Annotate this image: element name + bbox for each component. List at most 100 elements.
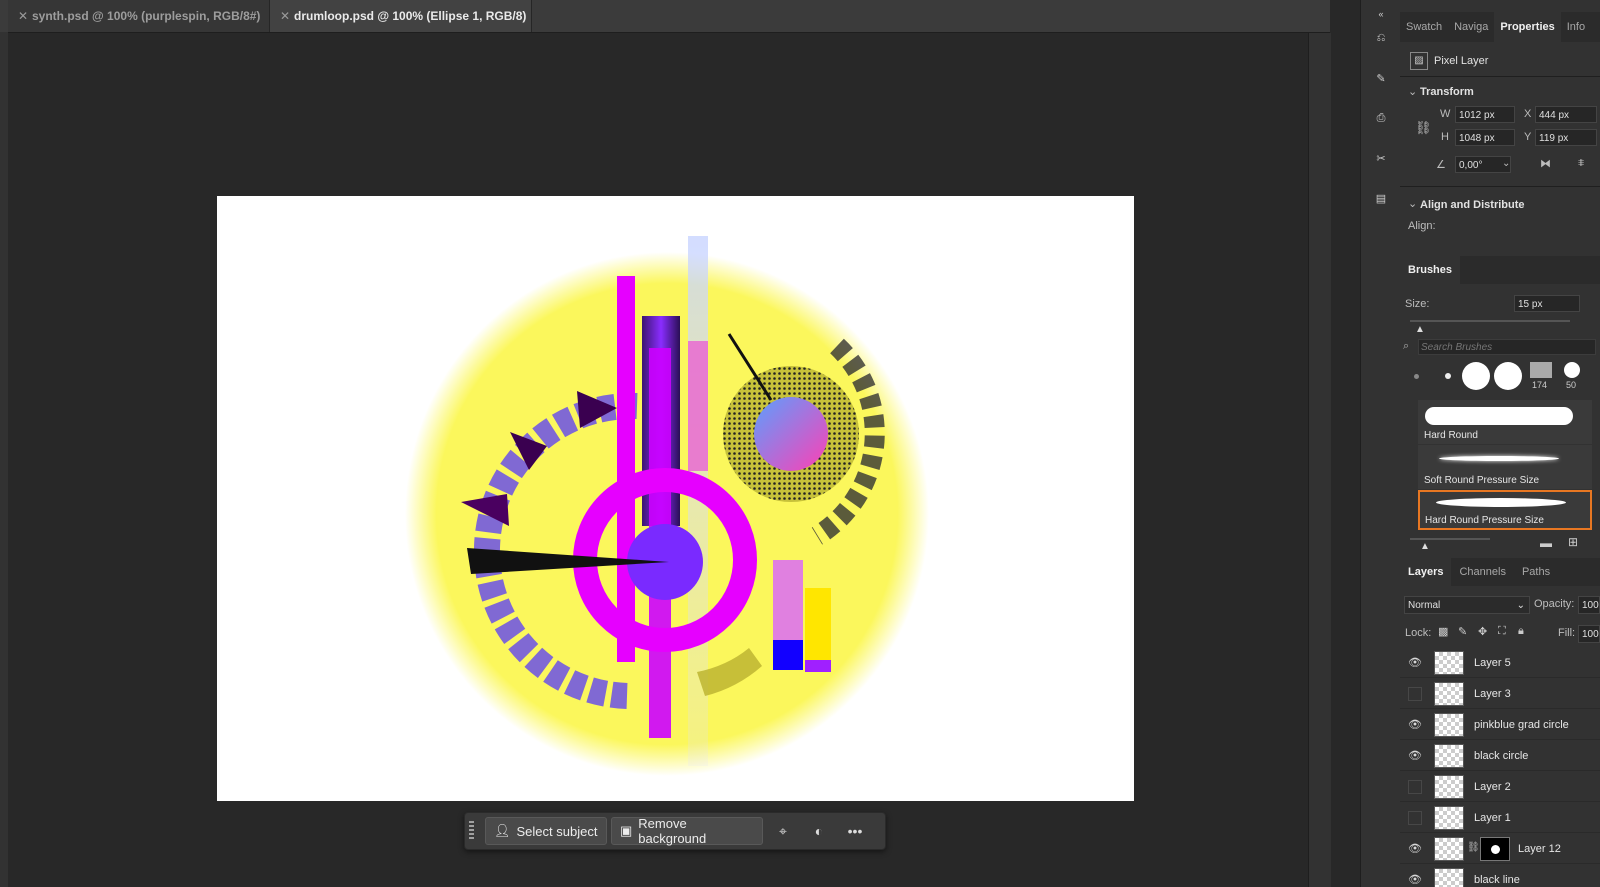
link-icon[interactable]: ⛓︎ xyxy=(1415,120,1432,136)
layer-row[interactable]: 👁︎ Layer 5 xyxy=(1400,648,1600,678)
tab-swatches[interactable]: Swatch xyxy=(1400,12,1448,42)
visibility-toggle[interactable] xyxy=(1408,780,1422,794)
brush-preset-count: 50 xyxy=(1566,380,1577,390)
lock-artboard-icon[interactable]: ⛶ xyxy=(1498,625,1506,638)
folder-icon[interactable]: ▬ xyxy=(1540,536,1552,550)
yellow-rect xyxy=(805,588,831,660)
document-tab-synth[interactable]: ✕ synth.psd @ 100% (purplespin, RGB/8#) xyxy=(8,0,270,32)
height-field[interactable]: 1048 px xyxy=(1455,129,1515,146)
tab-channels[interactable]: Channels xyxy=(1451,558,1513,586)
pinkblue-grad-circle xyxy=(754,397,828,471)
blend-mode-select[interactable]: Normal ⌄ xyxy=(1404,596,1530,614)
tab-info[interactable]: Info xyxy=(1561,12,1591,42)
document-canvas[interactable] xyxy=(217,196,1134,801)
brush-item-hard-round[interactable]: Hard Round xyxy=(1418,400,1592,444)
transform-icon[interactable]: ⌖ xyxy=(771,819,795,843)
brush-preset-round[interactable] xyxy=(1564,362,1580,378)
tab-brushes[interactable]: Brushes xyxy=(1400,256,1461,284)
visibility-eye-icon[interactable]: 👁︎ xyxy=(1408,718,1422,732)
slider-handle-icon[interactable]: ▲ xyxy=(1415,324,1425,335)
close-tab-icon[interactable]: ✕ xyxy=(14,9,32,23)
adjustment-icon[interactable]: ◐ xyxy=(807,819,831,843)
brush-preview-slider[interactable] xyxy=(1410,538,1490,540)
vertical-scrollbar[interactable] xyxy=(1308,33,1331,887)
layer-thumbnail[interactable] xyxy=(1434,651,1464,675)
layers-tab-bar: Layers Channels Paths xyxy=(1400,558,1600,586)
layer-row[interactable]: 👁︎ black circle xyxy=(1400,741,1600,771)
flip-horizontal-icon[interactable]: ⧓ xyxy=(1540,157,1551,170)
layer-name: Layer 5 xyxy=(1474,657,1511,669)
tab-properties[interactable]: Properties xyxy=(1494,12,1561,42)
brush-preset-soft-large[interactable] xyxy=(1494,362,1522,390)
drag-handle-icon[interactable] xyxy=(469,821,474,841)
layer-thumbnail[interactable] xyxy=(1434,837,1464,861)
search-icon: ⌕ xyxy=(1403,340,1410,352)
brush-item-soft-round-pressure[interactable]: Soft Round Pressure Size xyxy=(1418,445,1592,489)
clone-source-icon[interactable]: ⎙ xyxy=(1369,106,1393,130)
layer-name: Layer 3 xyxy=(1474,688,1511,700)
remove-background-button[interactable]: ▣ Remove background xyxy=(611,816,763,846)
chevron-down-icon[interactable]: ⌄ xyxy=(1408,197,1417,210)
libraries-icon[interactable]: ▤ xyxy=(1369,186,1393,210)
select-subject-button[interactable]: 👤︎ Select subject xyxy=(485,817,607,845)
document-tab-drumloop[interactable]: ✕ drumloop.psd @ 100% (Ellipse 1, RGB/8) xyxy=(270,0,532,32)
brush-preset-texture[interactable] xyxy=(1530,362,1552,378)
brush-settings-icon[interactable]: ✎ xyxy=(1369,66,1393,90)
layer-thumbnail[interactable] xyxy=(1434,682,1464,706)
visibility-toggle[interactable] xyxy=(1408,687,1422,701)
artwork xyxy=(405,236,929,776)
tool-presets-icon[interactable]: ✂ xyxy=(1369,146,1393,170)
brush-size-slider[interactable] xyxy=(1410,320,1570,322)
layer-thumbnail[interactable] xyxy=(1434,713,1464,737)
layer-mask-thumbnail[interactable] xyxy=(1480,837,1510,861)
layer-row[interactable]: Layer 3 xyxy=(1400,679,1600,709)
new-brush-icon[interactable]: ⊞ xyxy=(1568,535,1578,549)
lock-position-icon[interactable]: ✥ xyxy=(1478,625,1487,638)
layer-thumbnail[interactable] xyxy=(1434,775,1464,799)
lock-all-icon[interactable]: 🔒︎ xyxy=(1518,625,1524,638)
flip-vertical-icon[interactable]: ⩨ xyxy=(1578,157,1584,170)
visibility-eye-icon[interactable]: 👁︎ xyxy=(1408,842,1422,856)
brush-preset-small[interactable] xyxy=(1445,373,1451,379)
chevron-down-icon[interactable]: ⌄ xyxy=(1408,85,1417,98)
history-icon[interactable]: ⎌ xyxy=(1369,26,1393,50)
tab-paths[interactable]: Paths xyxy=(1514,558,1558,586)
lock-transparent-icon[interactable]: ▩ xyxy=(1438,625,1448,638)
slider-handle-icon[interactable]: ▲ xyxy=(1420,541,1430,552)
visibility-eye-icon[interactable]: 👁︎ xyxy=(1408,656,1422,670)
layer-thumbnail[interactable] xyxy=(1434,868,1464,887)
y-field[interactable]: 119 px xyxy=(1535,129,1597,146)
visibility-toggle[interactable] xyxy=(1408,811,1422,825)
layer-row[interactable]: 👁︎ black line xyxy=(1400,865,1600,887)
tools-strip-edge xyxy=(0,32,8,887)
layer-row[interactable]: 👁︎ pinkblue grad circle xyxy=(1400,710,1600,740)
brush-preset-tiny[interactable] xyxy=(1414,374,1419,379)
more-options-icon[interactable]: ••• xyxy=(843,819,867,843)
pink-bar xyxy=(688,341,708,471)
tab-layers[interactable]: Layers xyxy=(1400,558,1452,586)
opacity-field[interactable]: 100% xyxy=(1578,596,1600,614)
visibility-eye-icon[interactable]: 👁︎ xyxy=(1408,873,1422,887)
layer-thumbnail[interactable] xyxy=(1434,806,1464,830)
tab-navigator[interactable]: Naviga xyxy=(1448,12,1494,42)
width-field[interactable]: 1012 px xyxy=(1455,106,1515,123)
search-brushes-input[interactable] xyxy=(1418,339,1596,355)
brush-size-label: Size: xyxy=(1405,298,1430,310)
fill-field[interactable]: 100% xyxy=(1578,625,1600,643)
brush-size-field[interactable]: 15 px xyxy=(1514,295,1580,312)
lock-pixels-icon[interactable]: ✎ xyxy=(1458,625,1467,638)
layer-thumbnail[interactable] xyxy=(1434,744,1464,768)
brush-preset-hard-large[interactable] xyxy=(1462,362,1490,390)
visibility-eye-icon[interactable]: 👁︎ xyxy=(1408,749,1422,763)
document-tab-bar: ✕ synth.psd @ 100% (purplespin, RGB/8#) … xyxy=(0,0,1330,33)
chevron-down-icon[interactable]: ⌄ xyxy=(1502,158,1510,169)
x-field[interactable]: 444 px xyxy=(1535,106,1597,123)
mask-link-icon[interactable]: ⛓︎ xyxy=(1467,842,1480,853)
contextual-task-bar: 👤︎ Select subject ▣ Remove background ⌖ … xyxy=(464,812,886,850)
brush-item-hard-round-pressure[interactable]: Hard Round Pressure Size xyxy=(1418,490,1592,530)
layer-row[interactable]: Layer 1 xyxy=(1400,803,1600,833)
close-tab-icon[interactable]: ✕ xyxy=(276,9,294,23)
layer-row[interactable]: Layer 2 xyxy=(1400,772,1600,802)
layer-row[interactable]: 👁︎ ⛓︎ Layer 12 xyxy=(1400,834,1600,864)
collapse-panels-icon[interactable]: « xyxy=(1369,2,1393,26)
